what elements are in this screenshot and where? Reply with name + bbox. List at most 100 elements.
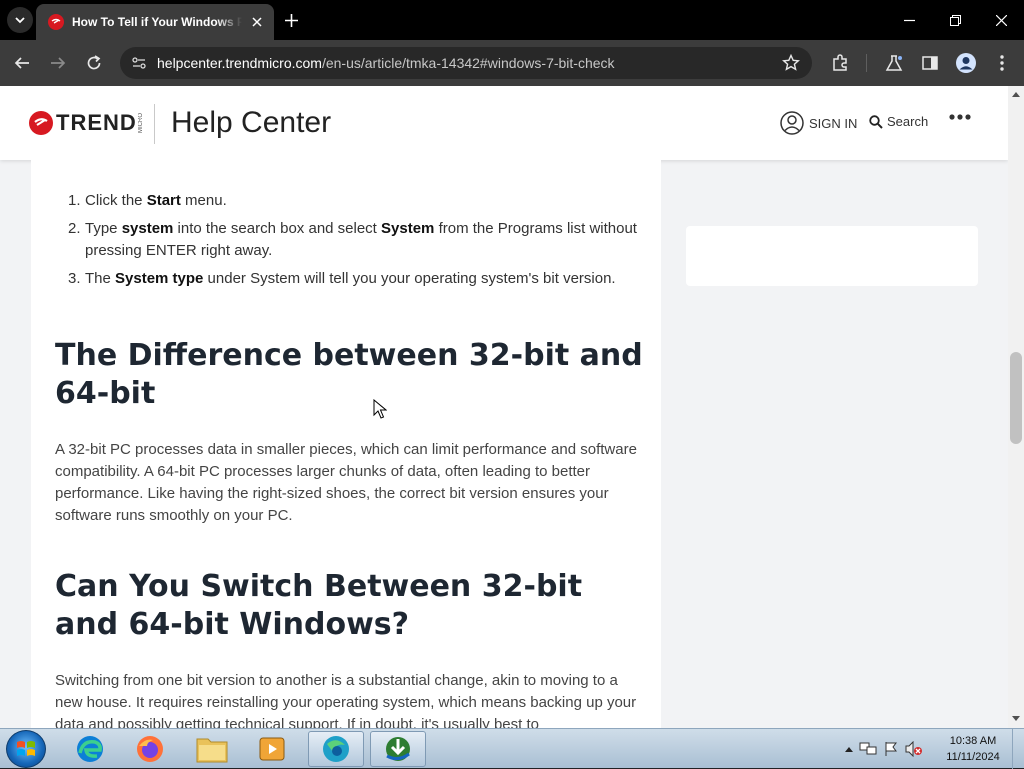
edge-icon xyxy=(77,736,103,762)
step-number: 3. xyxy=(68,270,81,287)
browser-menu-button[interactable] xyxy=(990,51,1014,75)
clock-time: 10:38 AM xyxy=(949,735,997,747)
restore-icon xyxy=(949,14,961,26)
close-window-button[interactable] xyxy=(978,0,1024,40)
step-text: Click the xyxy=(85,192,147,209)
section-paragraph: A 32-bit PC processes data in smaller pi… xyxy=(55,441,637,524)
clock-date: 11/11/2024 xyxy=(946,751,1000,763)
toolbar-separator xyxy=(866,54,867,72)
step-bold-text: Start xyxy=(146,192,181,209)
reload-icon xyxy=(87,55,101,70)
step-bold-text: System xyxy=(381,220,435,237)
search-label: Search xyxy=(887,114,929,129)
chevron-down-icon xyxy=(15,17,25,24)
step-text: into the search box and select xyxy=(173,220,382,237)
side-panel-icon xyxy=(922,56,938,70)
restore-button[interactable] xyxy=(932,0,978,40)
sign-in-label: SIGN IN xyxy=(809,115,858,131)
kebab-menu-icon xyxy=(1000,55,1004,71)
side-panel-button[interactable] xyxy=(918,51,942,75)
minimize-icon xyxy=(903,19,915,21)
network-icon[interactable] xyxy=(859,741,877,757)
arrow-left-icon xyxy=(14,57,29,69)
step-item: 1. Click the Start menu. xyxy=(54,190,644,212)
section-paragraph: Switching from one bit version to anothe… xyxy=(55,672,637,728)
more-dots-icon xyxy=(949,114,971,120)
puzzle-icon xyxy=(833,54,847,71)
new-tab-button[interactable] xyxy=(281,10,301,30)
sign-in-link[interactable]: SIGN IN xyxy=(780,111,857,135)
bookmark-star-icon[interactable] xyxy=(782,54,800,72)
search-icon xyxy=(869,114,883,129)
flask-icon xyxy=(885,55,903,71)
action-center-flag-icon[interactable] xyxy=(883,741,899,757)
start-button[interactable] xyxy=(6,730,46,768)
taskbar-chrome-window[interactable] xyxy=(308,731,364,767)
trend-micro-logo[interactable]: TREND MICRO xyxy=(29,110,144,136)
close-tab-icon[interactable] xyxy=(248,13,266,31)
logo-text: TREND xyxy=(56,110,137,135)
tab-title: How To Tell if Your Windows PC xyxy=(72,15,242,29)
header-divider xyxy=(154,104,155,144)
taskbar-explorer[interactable] xyxy=(184,731,240,767)
taskbar-download-manager[interactable] xyxy=(370,731,426,767)
step-bold-text: System type xyxy=(115,270,204,287)
profile-button[interactable] xyxy=(954,51,978,75)
tab-search-button[interactable] xyxy=(7,7,33,33)
help-center-title[interactable]: Help Center xyxy=(171,106,331,140)
close-icon xyxy=(995,14,1007,26)
more-menu-button[interactable] xyxy=(949,114,971,120)
plus-icon xyxy=(284,13,298,27)
folder-icon xyxy=(196,738,228,763)
show-desktop-button[interactable] xyxy=(1012,729,1024,769)
sidebar-card xyxy=(686,226,978,286)
section-heading: Can You Switch Between 32-bit and 64-bit… xyxy=(55,569,583,642)
scroll-down-arrow-icon[interactable] xyxy=(1012,716,1020,721)
step-item: 2. Type system into the search box and se… xyxy=(54,218,644,262)
download-manager-icon xyxy=(386,737,410,761)
active-tab[interactable]: How To Tell if Your Windows PC xyxy=(36,4,274,40)
volume-muted-icon[interactable] xyxy=(905,741,923,757)
taskbar-media-player[interactable] xyxy=(244,731,300,767)
forward-button[interactable] xyxy=(46,51,70,75)
scroll-up-arrow-icon[interactable] xyxy=(1012,92,1020,97)
browser-tab-strip: How To Tell if Your Windows PC xyxy=(0,0,1024,40)
arrow-right-icon xyxy=(51,57,66,69)
site-header: TREND MICRO Help Center SIGN IN Search xyxy=(0,86,1008,160)
extensions-button[interactable] xyxy=(828,51,852,75)
show-hidden-icons-icon[interactable] xyxy=(845,746,853,752)
step-text: menu. xyxy=(180,192,227,209)
address-bar[interactable]: helpcenter.trendmicro.com/en-us/article/… xyxy=(120,47,812,79)
step-bold-text: system xyxy=(121,220,174,237)
taskbar-firefox[interactable] xyxy=(122,731,178,767)
system-tray xyxy=(845,729,923,769)
url-text: helpcenter.trendmicro.com/en-us/article/… xyxy=(157,55,615,71)
section-heading: The Difference between 32-bit and 64-bit xyxy=(55,338,643,411)
firefox-icon xyxy=(137,736,163,762)
logo-micro-text: MICRO xyxy=(137,113,144,133)
minimize-button[interactable] xyxy=(886,0,932,40)
browser-app-icon xyxy=(323,736,349,762)
trend-ball-icon xyxy=(29,111,53,135)
taskbar-edge[interactable] xyxy=(62,731,118,767)
mouse-cursor-icon xyxy=(373,399,387,419)
labs-button[interactable] xyxy=(882,51,906,75)
back-button[interactable] xyxy=(10,51,34,75)
user-circle-icon xyxy=(780,111,804,135)
url-path: /en-us/article/tmka-14342#windows-7-bit-… xyxy=(321,55,615,71)
taskbar-clock[interactable]: 10:38 AM 11/11/2024 xyxy=(938,733,1008,765)
site-info-icon[interactable] xyxy=(128,52,150,74)
scrollbar-thumb[interactable] xyxy=(1010,352,1022,444)
search-link[interactable]: Search xyxy=(869,114,928,129)
trend-micro-favicon-icon xyxy=(48,14,64,30)
media-player-icon xyxy=(259,737,285,761)
reload-button[interactable] xyxy=(82,51,106,75)
page-scrollbar[interactable] xyxy=(1008,86,1024,728)
browser-toolbar: helpcenter.trendmicro.com/en-us/article/… xyxy=(0,40,1024,86)
step-text: under System will tell you your operatin… xyxy=(203,270,616,287)
step-text: Type xyxy=(85,220,122,237)
step-number: 2. xyxy=(68,220,81,237)
profile-avatar-icon xyxy=(956,53,976,73)
page-viewport: TREND MICRO Help Center SIGN IN Search 1… xyxy=(0,86,1024,728)
step-text: The xyxy=(85,270,116,287)
